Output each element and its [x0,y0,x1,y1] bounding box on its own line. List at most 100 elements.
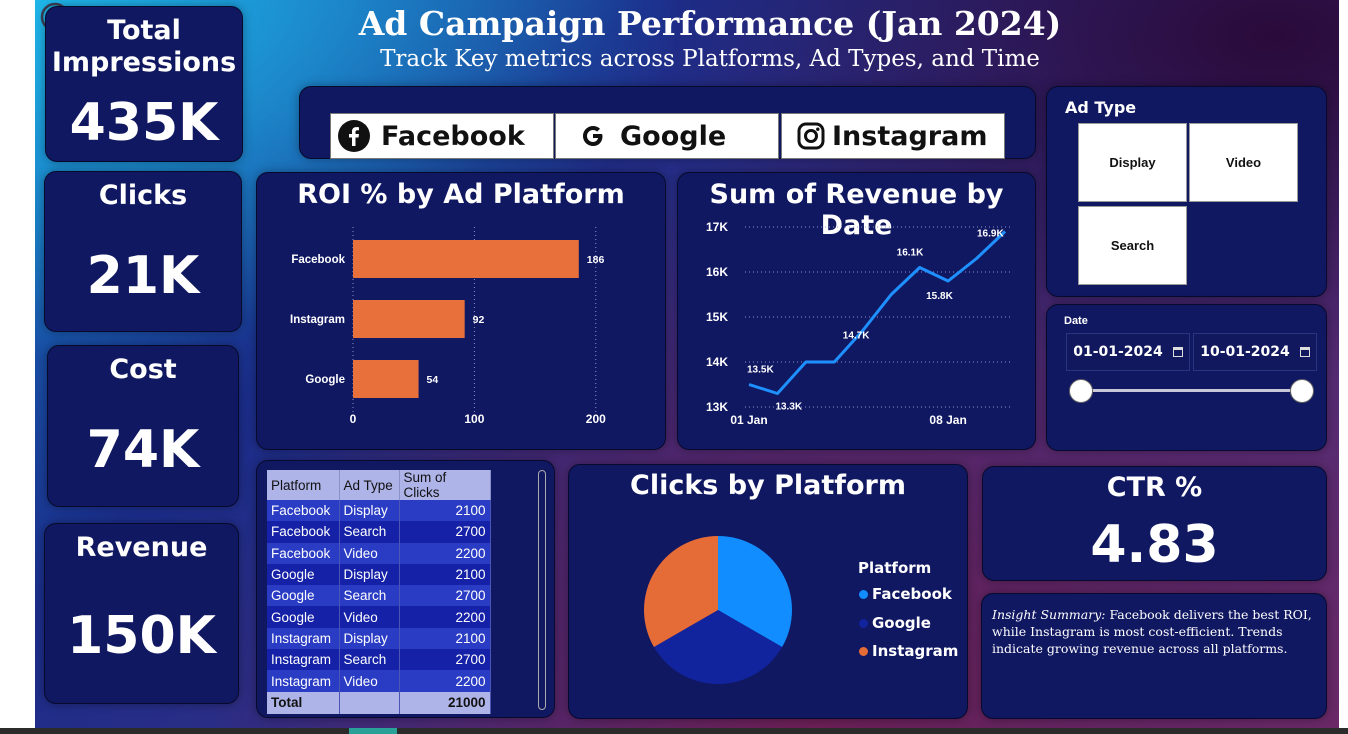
kpi-value: 4.83 [1090,515,1219,575]
roi-bar-chart: 0 100 200 Facebook 186 Instagram 92 Google 54 [290,227,606,426]
date-end-value: 10-01-2024 [1200,344,1290,360]
calendar-icon [1299,347,1310,357]
table-row[interactable]: Instagram Video 2200 [267,670,491,692]
date-slicer: Date 01-01-2024 10-01-2024 [1046,304,1327,451]
table-row[interactable]: Facebook Search 2700 [267,521,491,543]
column-header-ad-type[interactable]: Ad Type [339,470,400,500]
dashboard-canvas: Ad Campaign Performance (Jan 2024) Track… [35,0,1339,728]
x-tick-label: 100 [464,412,484,426]
revenue-line-chart: 13K 14K 15K 16K 17K 13.5K 13.3K 14.7K 16.1K 15.8K… [706,220,1011,427]
pie-legend-title: Platform [858,559,932,577]
cell-clicks: 2200 [399,542,491,564]
table-row[interactable]: Facebook Display 2100 [267,500,491,522]
legend-item-instagram[interactable]: Instagram [859,642,958,660]
platform-button-google[interactable]: Google [555,113,779,159]
table-row[interactable]: Facebook Video 2200 [267,542,491,564]
data-label: 54 [427,374,439,386]
taskbar-active-segment [349,728,397,734]
calendar-icon [1172,347,1183,357]
kpi-card-clicks: Clicks 21K [44,171,242,332]
platform-slicer: Facebook Google Instagram [299,86,1036,159]
date-range-start-handle[interactable] [1069,379,1093,403]
legend-dot [859,646,868,656]
page-subtitle: Track Key metrics across Platforms, Ad T… [380,46,1040,72]
legend-label: Facebook [872,585,952,603]
clicks-pie-card: Clicks by Platform Platform Facebook Goo… [568,464,968,719]
date-range-end-handle[interactable] [1290,379,1314,403]
cell-platform: Facebook [267,521,340,543]
point-label: 14.7K [843,331,870,342]
instagram-icon [794,119,828,153]
x-tick-label: 200 [586,412,606,426]
legend-item-google[interactable]: Google [859,614,931,632]
bar-google [353,360,419,398]
page-title: Ad Campaign Performance (Jan 2024) [358,4,1062,43]
cell-clicks: 2100 [399,500,491,522]
date-end-input[interactable]: 10-01-2024 [1193,333,1317,371]
platform-button-facebook[interactable]: Facebook [330,113,554,159]
revenue-line [748,230,1007,395]
table-scrollbar[interactable] [538,470,546,710]
bar-facebook [353,240,579,278]
cell-platform: Instagram [267,627,340,650]
cell-clicks: 2700 [399,649,491,671]
roi-chart-card: ROI % by Ad Platform 0 100 200 Facebook 186 I… [256,172,666,450]
column-header-sum-clicks[interactable]: Sum of Clicks [399,470,491,500]
point-label: 13.3K [775,402,802,413]
cell-clicks: 2100 [399,627,491,650]
x-tick-label: 08 Jan [929,413,966,427]
kpi-card-impressions: Total Impressions 435K [45,6,243,162]
cell-ad-type: Video [339,606,400,628]
kpi-card-revenue: Revenue 150K [44,523,239,704]
date-range-track [1081,389,1303,392]
table-row[interactable]: Google Search 2700 [267,585,491,607]
data-label: 92 [473,314,485,326]
column-header-platform[interactable]: Platform [267,470,340,500]
cell-ad-type: Search [339,649,400,671]
cell-platform: Google [267,585,340,607]
cell-clicks: 2200 [399,606,491,628]
kpi-label: Total Impressions [51,15,237,78]
insight-card: Insight Summary: Facebook delivers the b… [981,593,1327,719]
table-row[interactable]: Google Video 2200 [267,606,491,628]
data-label: 186 [587,254,605,266]
cell-clicks: 2200 [399,670,491,692]
table-row[interactable]: Instagram Search 2700 [267,649,491,671]
kpi-label: Clicks [98,180,188,211]
ad-type-tile-video[interactable]: Video [1189,123,1298,202]
cell-platform: Google [267,563,340,586]
y-tick-label: 13K [706,400,728,414]
legend-item-facebook[interactable]: Facebook [859,585,952,603]
cell-ad-type: Search [339,521,400,543]
kpi-value: 21K [86,246,200,306]
ad-type-tile-search[interactable]: Search [1078,206,1187,285]
kpi-label: Cost [109,354,177,385]
cell-platform: Instagram [267,670,340,692]
ad-type-tile-display[interactable]: Display [1078,123,1187,202]
platform-label: Google [620,120,727,152]
date-start-value: 01-01-2024 [1073,344,1163,360]
table-row[interactable]: Google Display 2100 [267,563,491,586]
cell-platform: Facebook [267,500,340,522]
legend-label: Instagram [872,642,959,660]
ad-type-title: Ad Type [1065,98,1137,117]
date-start-input[interactable]: 01-01-2024 [1066,333,1190,371]
platform-button-instagram[interactable]: Instagram [781,113,1005,159]
point-label: 13.5K [747,365,774,376]
cell-clicks: 2700 [399,521,491,543]
kpi-label: CTR % [1106,472,1203,503]
point-label: 16.1K [897,248,924,259]
point-label: 16.9K [977,229,1004,240]
kpi-value: 74K [86,420,200,480]
category-label: Facebook [291,254,345,266]
legend-label: Google [872,614,931,632]
table-row[interactable]: Instagram Display 2100 [267,627,491,650]
y-tick-label: 15K [706,310,728,324]
cell-clicks: 2700 [399,585,491,607]
point-label: 15.8K [926,291,953,302]
date-slicer-label: Date [1064,315,1088,327]
cell-ad-type: Display [339,563,400,586]
y-tick-label: 14K [706,355,728,369]
kpi-card-cost: Cost 74K [47,345,239,507]
total-label: Total [267,691,340,714]
